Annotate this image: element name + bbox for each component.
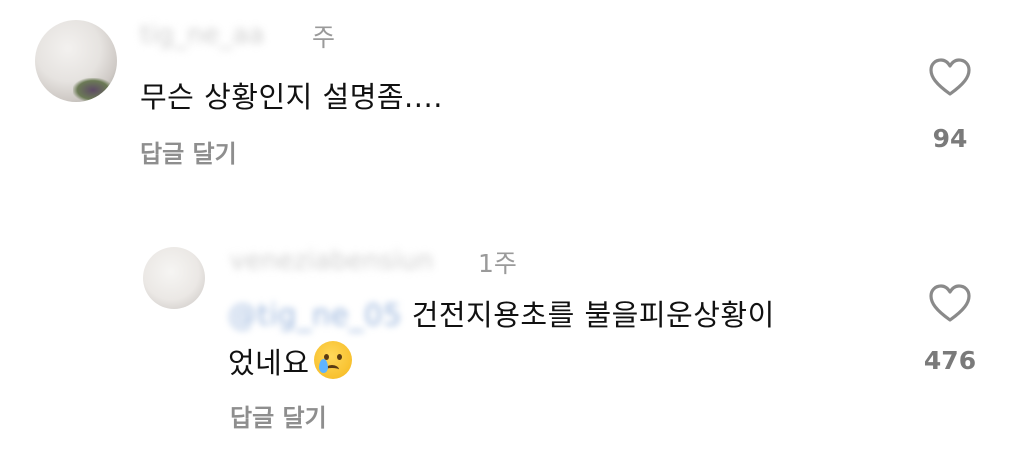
username[interactable]: veneziabensiun: [230, 246, 433, 276]
reply-button[interactable]: 답글 달기: [230, 398, 327, 433]
comment-text: @tig_ne_05 건전지용초를 불을피운상황이: [228, 292, 775, 334]
like-count: 476: [923, 346, 977, 375]
like-count: 94: [932, 124, 968, 153]
heart-icon[interactable]: [928, 283, 972, 323]
heart-icon[interactable]: [928, 57, 972, 97]
crying-face-emoji-icon: [313, 341, 352, 379]
mention-link[interactable]: @tig_ne_05: [228, 298, 402, 332]
comment-time: 주: [312, 23, 336, 52]
username[interactable]: tig_ne_aa: [140, 20, 264, 50]
comment-text: 무슨 상황인지 설명좀....: [140, 80, 443, 114]
avatar[interactable]: [35, 20, 117, 102]
comment-text-line1: 건전지용초를 불을피운상황이: [411, 298, 775, 332]
comment-text-line2-wrap: 었네요: [228, 340, 352, 382]
comment-time: 1주: [478, 249, 517, 278]
avatar[interactable]: [143, 247, 205, 309]
reply-button[interactable]: 답글 달기: [140, 134, 237, 169]
comment-text-line2: 었네요: [228, 346, 310, 380]
